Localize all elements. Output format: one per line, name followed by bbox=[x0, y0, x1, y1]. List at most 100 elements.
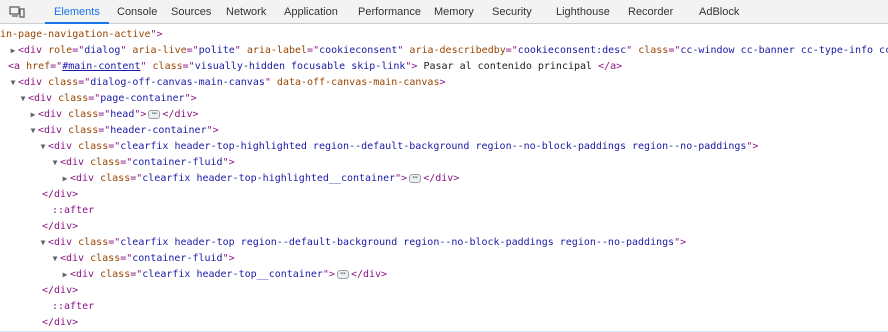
tag-text: "> bbox=[222, 157, 235, 168]
dom-node-header-top[interactable]: ▼ <div class="clearfix header-top region-… bbox=[0, 235, 888, 251]
tag-text: <div bbox=[60, 253, 91, 264]
collapse-triangle-icon[interactable]: ▼ bbox=[8, 75, 18, 91]
tag-text: </div> bbox=[350, 269, 388, 280]
attribute-name: in-page-navigation-active bbox=[0, 29, 151, 40]
dom-node-off-canvas[interactable]: ▼ <div class="dialog-off-canvas-main-canv… bbox=[0, 75, 888, 91]
expand-triangle-icon[interactable]: ▶ bbox=[28, 107, 38, 123]
dom-node-page-container[interactable]: ▼ <div class="page-container"> bbox=[0, 91, 888, 107]
tag-text: "> bbox=[674, 237, 687, 248]
collapse-triangle-icon[interactable]: ▼ bbox=[38, 139, 48, 155]
attribute-name: class bbox=[58, 93, 89, 104]
tab-memory[interactable]: Memory bbox=[434, 0, 474, 23]
attribute-value: clearfix header-top region--default-back… bbox=[120, 237, 675, 248]
attribute-name: class bbox=[90, 157, 121, 168]
dom-node-header-container[interactable]: ▼ <div class="header-container"> bbox=[0, 123, 888, 139]
collapse-triangle-icon[interactable]: ▼ bbox=[50, 251, 60, 267]
attribute-name: class bbox=[78, 141, 109, 152]
tag-text: =" bbox=[78, 77, 91, 88]
attribute-value: cookieconsent:desc bbox=[517, 45, 627, 56]
tag-text: </a> bbox=[598, 61, 623, 72]
tag-text: </div> bbox=[423, 173, 460, 184]
dom-node-cookie-dialog[interactable]: ▶ <div role="dialog" aria-live="polite" a… bbox=[0, 43, 888, 59]
tag-text: "> bbox=[206, 125, 219, 136]
dom-node-header-top-highlighted[interactable]: ▼ <div class="clearfix header-top-highlig… bbox=[0, 139, 888, 155]
attribute-name: class bbox=[48, 77, 79, 88]
attribute-value: dialog bbox=[84, 45, 121, 56]
attribute-name: class bbox=[90, 253, 121, 264]
tag-text: =" bbox=[72, 45, 85, 56]
dom-tree-line[interactable]: ::after bbox=[0, 299, 888, 315]
dom-tree-line[interactable]: in-page-navigation-active"> bbox=[0, 27, 888, 43]
tag-text: "> bbox=[322, 269, 335, 280]
tab-performance[interactable]: Performance bbox=[358, 0, 421, 23]
tab-lighthouse[interactable]: Lighthouse bbox=[556, 0, 610, 23]
attribute-value: page-container bbox=[100, 93, 185, 104]
tag-text: "> bbox=[405, 61, 418, 72]
expand-triangle-icon[interactable]: ▶ bbox=[8, 43, 18, 59]
devtools-toolbar: Elements Console Sources Network Application… bbox=[0, 0, 888, 24]
tag-text: <div bbox=[70, 269, 101, 280]
tab-sources[interactable]: Sources bbox=[171, 0, 211, 23]
tag-text: "> bbox=[184, 93, 197, 104]
collapse-triangle-icon[interactable]: ▼ bbox=[28, 123, 38, 139]
dom-node-container-fluid[interactable]: ▼ <div class="container-fluid"> bbox=[0, 155, 888, 171]
attribute-name: class bbox=[152, 61, 183, 72]
dom-tree-line[interactable]: </div> bbox=[0, 283, 888, 299]
tab-network[interactable]: Network bbox=[226, 0, 266, 23]
attribute-value: container-fluid bbox=[132, 157, 223, 168]
tag-text: <div bbox=[38, 109, 69, 120]
collapsed-children-ellipsis[interactable]: ⋯ bbox=[336, 269, 349, 279]
tag-text: =" bbox=[120, 253, 133, 264]
tag-text: </div> bbox=[42, 221, 79, 232]
dom-tree-line[interactable]: </div> bbox=[0, 219, 888, 235]
attribute-value: container-fluid bbox=[132, 253, 223, 264]
tag-text: "> bbox=[150, 29, 163, 40]
dom-node-head[interactable]: ▶ <div class="head"> ⋯ </div> bbox=[0, 107, 888, 123]
dom-tree-line[interactable]: </div> bbox=[0, 187, 888, 203]
tag-text: "> bbox=[134, 109, 147, 120]
tag-text: =" bbox=[182, 61, 195, 72]
tag-text: =" bbox=[130, 173, 143, 184]
collapse-triangle-icon[interactable]: ▼ bbox=[50, 155, 60, 171]
collapse-triangle-icon[interactable]: ▼ bbox=[18, 91, 28, 107]
tag-text: "> bbox=[746, 141, 759, 152]
attribute-name: class bbox=[100, 269, 131, 280]
dom-node-header-top-container[interactable]: ▶ <div class="clearfix header-top__contai… bbox=[0, 267, 888, 283]
attribute-value[interactable]: #main-content bbox=[62, 61, 140, 72]
tag-text: =" bbox=[120, 157, 133, 168]
tag-text: " bbox=[234, 45, 247, 56]
collapse-triangle-icon[interactable]: ▼ bbox=[38, 235, 48, 251]
tab-elements[interactable]: Elements bbox=[45, 0, 109, 24]
tab-security[interactable]: Security bbox=[492, 0, 532, 23]
device-toolbar-icon[interactable] bbox=[0, 0, 34, 23]
dom-node-highlighted-container[interactable]: ▶ <div class="clearfix header-top-highlig… bbox=[0, 171, 888, 187]
dom-node-skip-link[interactable]: <a href="#main-content" class="visually-… bbox=[0, 59, 888, 75]
tab-adblock[interactable]: AdBlock bbox=[699, 0, 739, 23]
tag-text: =" bbox=[668, 45, 681, 56]
tag-text: "> bbox=[222, 253, 235, 264]
collapsed-children-ellipsis[interactable]: ⋯ bbox=[409, 173, 422, 183]
attribute-value: clearfix header-top-highlighted__contain… bbox=[142, 173, 396, 184]
attribute-value: polite bbox=[198, 45, 235, 56]
tag-text: =" bbox=[108, 237, 121, 248]
tag-text: =" bbox=[108, 141, 121, 152]
tab-recorder[interactable]: Recorder bbox=[628, 0, 673, 23]
expand-triangle-icon[interactable]: ▶ bbox=[60, 267, 70, 283]
tab-console[interactable]: Console bbox=[117, 0, 157, 23]
tag-text: </div> bbox=[162, 109, 199, 120]
tag-text: =" bbox=[98, 125, 111, 136]
dom-node-container-fluid[interactable]: ▼ <div class="container-fluid"> bbox=[0, 251, 888, 267]
dom-tree-line[interactable]: ::after bbox=[0, 203, 888, 219]
dom-tree-line[interactable]: </div> bbox=[0, 315, 888, 331]
attribute-value: cc-window cc-banner cc-type-info cc-them… bbox=[680, 45, 888, 56]
expand-triangle-icon[interactable]: ▶ bbox=[60, 171, 70, 187]
tag-text: <div bbox=[28, 93, 59, 104]
tab-application[interactable]: Application bbox=[284, 0, 338, 23]
elements-dom-tree: in-page-navigation-active"> ▶ <div role="d… bbox=[0, 24, 888, 332]
tag-text: <div bbox=[48, 237, 79, 248]
collapsed-children-ellipsis[interactable]: ⋯ bbox=[148, 109, 161, 119]
tag-text: </div> bbox=[42, 285, 79, 296]
attribute-value: clearfix header-top-highlighted region--… bbox=[120, 141, 747, 152]
tag-text: </div> bbox=[42, 189, 79, 200]
attribute-value: dialog-off-canvas-main-canvas bbox=[90, 77, 265, 88]
